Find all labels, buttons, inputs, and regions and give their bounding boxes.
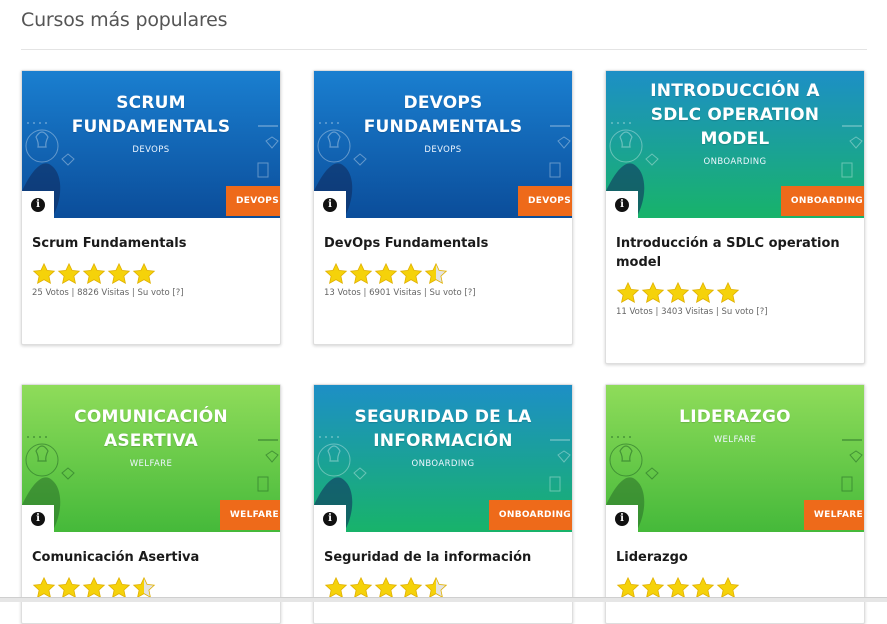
star-icon[interactable] bbox=[107, 262, 131, 286]
star-icon[interactable] bbox=[349, 262, 373, 286]
banner-title: SEGURIDAD DE LA INFORMACIÓN bbox=[354, 407, 532, 451]
category-badge: DEVOPS bbox=[226, 186, 280, 218]
banner-subtitle: DEVOPS bbox=[132, 145, 170, 155]
course-card[interactable]: INTRODUCCIÓN A SDLC OPERATION MODEL ONBOA… bbox=[605, 70, 865, 364]
course-title[interactable]: Introducción a SDLC operation model bbox=[616, 234, 854, 272]
horizontal-scrollbar[interactable] bbox=[0, 597, 887, 602]
banner-title: LIDERAZGO bbox=[679, 407, 791, 427]
course-banner[interactable]: SCRUM FUNDAMENTALS DEVOPS i DEVOPS bbox=[22, 71, 280, 218]
course-meta: 13 Votos | 6901 Visitas | Su voto [?] bbox=[324, 288, 476, 298]
course-title[interactable]: Scrum Fundamentals bbox=[32, 234, 270, 253]
course-card[interactable]: SEGURIDAD DE LA INFORMACIÓN ONBOARDING i ON… bbox=[313, 384, 573, 624]
course-meta: 11 Votos | 3403 Visitas | Su voto [?] bbox=[616, 307, 768, 317]
course-banner[interactable]: DEVOPS FUNDAMENTALS DEVOPS i DEVOPS bbox=[314, 71, 572, 218]
course-banner[interactable]: LIDERAZGO WELFARE i WELFARE bbox=[606, 385, 864, 532]
star-icon[interactable] bbox=[374, 262, 398, 286]
info-icon[interactable]: i bbox=[323, 511, 337, 526]
course-title[interactable]: Liderazgo bbox=[616, 548, 854, 567]
banner-title: INTRODUCCIÓN A SDLC OPERATION MODEL bbox=[650, 81, 820, 149]
banner-subtitle: WELFARE bbox=[129, 459, 173, 469]
category-badge: WELFARE bbox=[219, 500, 280, 530]
course-title[interactable]: Seguridad de la información bbox=[324, 548, 562, 567]
info-button[interactable]: i bbox=[22, 191, 54, 218]
star-icon[interactable] bbox=[424, 262, 448, 286]
banner-subtitle: DEVOPS bbox=[424, 145, 462, 155]
course-banner[interactable]: COMUNICACIÓN ASERTIVA WELFARE i WELFARE bbox=[22, 385, 280, 532]
star-icon[interactable] bbox=[666, 281, 690, 305]
star-rating[interactable] bbox=[32, 262, 270, 286]
course-banner[interactable]: INTRODUCCIÓN A SDLC OPERATION MODEL ONBOA… bbox=[606, 71, 864, 218]
card-body: DevOps Fundamentals 13 Votos | 6901 Visit… bbox=[314, 218, 572, 308]
course-card[interactable]: LIDERAZGO WELFARE i WELFARE Liderazgo bbox=[605, 384, 865, 624]
category-badge: ONBOARDING bbox=[780, 186, 864, 216]
divider bbox=[21, 49, 867, 50]
star-icon[interactable] bbox=[691, 281, 715, 305]
info-button[interactable]: i bbox=[22, 505, 54, 532]
course-card[interactable]: DEVOPS FUNDAMENTALS DEVOPS i DEVOPS DevOps F… bbox=[313, 70, 573, 345]
info-icon[interactable]: i bbox=[615, 197, 629, 212]
section-title: Cursos más populares bbox=[21, 9, 228, 31]
star-icon[interactable] bbox=[132, 262, 156, 286]
banner-title: COMUNICACIÓN ASERTIVA bbox=[74, 407, 228, 451]
course-card[interactable]: SCRUM FUNDAMENTALS DEVOPS i DEVOPS Scrum Fun… bbox=[21, 70, 281, 345]
banner-subtitle: WELFARE bbox=[713, 435, 757, 445]
category-badge: DEVOPS bbox=[518, 186, 572, 218]
info-icon[interactable]: i bbox=[31, 197, 45, 212]
course-card[interactable]: COMUNICACIÓN ASERTIVA WELFARE i WELFARE Comu… bbox=[21, 384, 281, 624]
course-meta: 25 Votos | 8826 Visitas | Su voto [?] bbox=[32, 288, 184, 298]
banner-title: SCRUM FUNDAMENTALS bbox=[71, 93, 231, 137]
category-badge: ONBOARDING bbox=[488, 500, 572, 530]
banner-subtitle: ONBOARDING bbox=[411, 459, 475, 469]
info-button[interactable]: i bbox=[314, 505, 346, 532]
banner-subtitle: ONBOARDING bbox=[703, 157, 767, 167]
banner-title: DEVOPS FUNDAMENTALS bbox=[363, 93, 523, 137]
star-icon[interactable] bbox=[82, 262, 106, 286]
info-icon[interactable]: i bbox=[323, 197, 337, 212]
star-icon[interactable] bbox=[716, 281, 740, 305]
star-icon[interactable] bbox=[32, 262, 56, 286]
star-icon[interactable] bbox=[399, 262, 423, 286]
star-icon[interactable] bbox=[57, 262, 81, 286]
card-body: Scrum Fundamentals 25 Votos | 8826 Visita… bbox=[22, 218, 280, 308]
info-icon[interactable]: i bbox=[31, 511, 45, 526]
course-banner[interactable]: SEGURIDAD DE LA INFORMACIÓN ONBOARDING i ON… bbox=[314, 385, 572, 532]
category-badge: WELFARE bbox=[803, 500, 864, 530]
info-button[interactable]: i bbox=[314, 191, 346, 218]
star-icon[interactable] bbox=[324, 262, 348, 286]
star-rating[interactable] bbox=[616, 281, 854, 305]
card-body: Introducción a SDLC operation model 11 Vo… bbox=[606, 218, 864, 327]
star-icon[interactable] bbox=[641, 281, 665, 305]
info-icon[interactable]: i bbox=[615, 511, 629, 526]
star-icon[interactable] bbox=[616, 281, 640, 305]
course-title[interactable]: DevOps Fundamentals bbox=[324, 234, 562, 253]
star-rating[interactable] bbox=[324, 262, 562, 286]
course-title[interactable]: Comunicación Asertiva bbox=[32, 548, 270, 567]
info-button[interactable]: i bbox=[606, 191, 638, 218]
info-button[interactable]: i bbox=[606, 505, 638, 532]
